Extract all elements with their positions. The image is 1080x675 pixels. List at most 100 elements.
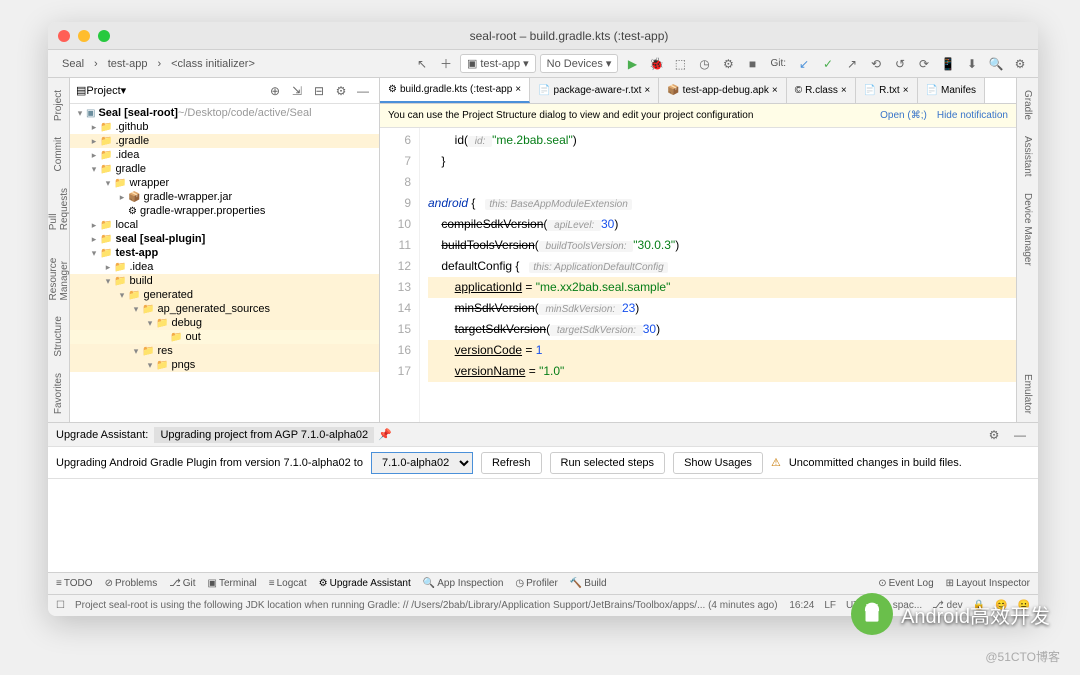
tab-package-aware[interactable]: 📄 package-aware-r.txt × (530, 78, 659, 103)
sidebar-header: ▤ Project ▾ ⊕ ⇲ ⊟ ⚙ — (70, 78, 379, 104)
attach-icon[interactable]: ⚙ (718, 54, 738, 74)
titlebar: seal-root – build.gradle.kts (:test-app) (48, 22, 1038, 50)
project-tree[interactable]: ▾▣Seal [seal-root] ~/Desktop/code/active… (70, 104, 379, 422)
project-sidebar: ▤ Project ▾ ⊕ ⇲ ⊟ ⚙ — ▾▣Seal [seal-root]… (70, 78, 380, 422)
gear-icon[interactable]: ⚙ (331, 81, 351, 101)
expand-icon[interactable]: ⇲ (287, 81, 307, 101)
push-icon[interactable]: ↗ (842, 54, 862, 74)
status-line-ending[interactable]: LF (824, 600, 836, 611)
panel-gear-icon[interactable]: ⚙ (984, 425, 1004, 445)
version-select[interactable]: 7.1.0-alpha02 (371, 452, 473, 474)
notice-hide-link[interactable]: Hide notification (937, 110, 1008, 121)
btab-inspection[interactable]: 🔍 App Inspection (423, 578, 504, 589)
stop-icon[interactable]: ■ (742, 54, 762, 74)
breadcrumb-3[interactable]: <class initializer> (165, 56, 261, 72)
minimize-icon[interactable] (78, 30, 90, 42)
bottom-tabs: ≡ TODO ⊘ Problems ⎇ Git ▣ Terminal ≡ Log… (48, 572, 1038, 594)
code-body[interactable]: id( id: "me.2bab.seal") } android { this… (420, 128, 1016, 422)
collapse-icon[interactable]: ⊟ (309, 81, 329, 101)
notice-bar: You can use the Project Structure dialog… (380, 104, 1016, 128)
panel-header: Upgrade Assistant: Upgrading project fro… (48, 423, 1038, 447)
watermark-text: Android高效开发 (901, 600, 1050, 629)
breadcrumb-2[interactable]: test-app (102, 56, 154, 72)
tab-rtxt[interactable]: 📄 R.txt × (856, 78, 918, 103)
rail-commit[interactable]: Commit (51, 129, 66, 179)
rail-gradle[interactable]: Gradle (1020, 82, 1035, 128)
notice-open-link[interactable]: Open (⌘;) (880, 110, 927, 121)
rail-pull-requests[interactable]: Pull Requests (48, 180, 72, 238)
update-icon[interactable]: ↙ (794, 54, 814, 74)
window-title: seal-root – build.gradle.kts (:test-app) (110, 29, 1028, 43)
run-config-select[interactable]: ▣ test-app ▾ (460, 54, 536, 73)
hide-sidebar-icon[interactable]: — (353, 81, 373, 101)
btab-todo[interactable]: ≡ TODO (56, 578, 93, 589)
rail-structure[interactable]: Structure (51, 308, 66, 365)
btab-terminal[interactable]: ▣ Terminal (208, 578, 257, 589)
traffic-lights (58, 30, 110, 42)
panel-title: Upgrade Assistant: (56, 429, 148, 441)
sync-icon[interactable]: ⟳ (914, 54, 934, 74)
rail-device-manager[interactable]: Device Manager (1020, 185, 1035, 274)
tab-manifest[interactable]: 📄 Manifes (918, 78, 985, 103)
back-icon[interactable]: ↖ (412, 54, 432, 74)
tab-rclass[interactable]: © R.class × (787, 78, 856, 103)
run-steps-button[interactable]: Run selected steps (550, 452, 666, 474)
coverage-icon[interactable]: ⬚ (670, 54, 690, 74)
watermark-credit: @51CTO博客 (985, 648, 1060, 665)
status-position[interactable]: 16:24 (789, 600, 814, 611)
rail-emulator[interactable]: Emulator (1020, 366, 1035, 422)
rail-favorites[interactable]: Favorites (51, 365, 66, 422)
select-file-icon[interactable]: ⊕ (265, 81, 285, 101)
panel-controls: Upgrading Android Gradle Plugin from ver… (48, 447, 1038, 479)
refresh-button[interactable]: Refresh (481, 452, 542, 474)
close-icon[interactable] (58, 30, 70, 42)
right-tool-rail: Gradle Assistant Device Manager Emulator (1016, 78, 1038, 422)
settings-icon[interactable]: ⚙ (1010, 54, 1030, 74)
tab-build-gradle[interactable]: ⚙ build.gradle.kts (:test-app × (380, 78, 530, 103)
btab-git[interactable]: ⎇ Git (169, 578, 195, 589)
warning-text: Uncommitted changes in build files. (789, 457, 962, 469)
android-icon (851, 593, 893, 635)
ide-window: seal-root – build.gradle.kts (:test-app)… (48, 22, 1038, 616)
commit-icon[interactable]: ✓ (818, 54, 838, 74)
watermark: Android高效开发 (851, 593, 1050, 635)
btab-logcat[interactable]: ≡ Logcat (269, 578, 307, 589)
project-view-select[interactable]: Project (86, 85, 120, 97)
maximize-icon[interactable] (98, 30, 110, 42)
btab-layout-inspector[interactable]: ⊞ Layout Inspector (946, 578, 1030, 589)
warning-icon: ⚠ (771, 456, 781, 469)
btab-problems[interactable]: ⊘ Problems (105, 578, 158, 589)
rollback-icon[interactable]: ↺ (890, 54, 910, 74)
vcs-label: Git: (770, 58, 786, 69)
bottom-panel: Upgrade Assistant: Upgrading project fro… (48, 422, 1038, 572)
btab-upgrade[interactable]: ⚙ Upgrade Assistant (319, 578, 411, 589)
sdk-icon[interactable]: ⬇ (962, 54, 982, 74)
add-config-icon[interactable]: ＋ (436, 54, 456, 74)
editor-tabs: ⚙ build.gradle.kts (:test-app × 📄 packag… (380, 78, 1016, 104)
avd-icon[interactable]: 📱 (938, 54, 958, 74)
panel-hide-icon[interactable]: — (1010, 425, 1030, 445)
left-tool-rail: Project Commit Pull Requests Resource Ma… (48, 78, 70, 422)
show-usages-button[interactable]: Show Usages (673, 452, 763, 474)
rail-resource-manager[interactable]: Resource Manager (48, 238, 72, 308)
editor-area: ⚙ build.gradle.kts (:test-app × 📄 packag… (380, 78, 1016, 422)
run-icon[interactable]: ▶ (622, 54, 642, 74)
notice-message: You can use the Project Structure dialog… (388, 110, 753, 121)
btab-profiler[interactable]: ◷ Profiler (515, 578, 557, 589)
rail-project[interactable]: Project (51, 82, 66, 129)
btab-event-log[interactable]: ⊙ Event Log (878, 578, 933, 589)
device-select[interactable]: No Devices ▾ (540, 54, 619, 73)
breadcrumb[interactable]: Seal› test-app› <class initializer> (56, 56, 261, 72)
upgrade-message: Upgrading Android Gradle Plugin from ver… (56, 457, 363, 469)
rail-assistant[interactable]: Assistant (1020, 128, 1035, 185)
panel-subtitle[interactable]: Upgrading project from AGP 7.1.0-alpha02 (154, 427, 374, 443)
profile-icon[interactable]: ◷ (694, 54, 714, 74)
btab-build[interactable]: 🔨 Build (570, 578, 607, 589)
search-icon[interactable]: 🔍 (986, 54, 1006, 74)
code-editor[interactable]: 678 91011 121314 151617 id( id: "me.2bab… (380, 128, 1016, 422)
nav-toolbar: Seal› test-app› <class initializer> ↖ ＋ … (48, 50, 1038, 78)
tab-apk[interactable]: 📦 test-app-debug.apk × (659, 78, 786, 103)
history-icon[interactable]: ⟲ (866, 54, 886, 74)
debug-icon[interactable]: 🐞 (646, 54, 666, 74)
breadcrumb-1[interactable]: Seal (56, 56, 90, 72)
